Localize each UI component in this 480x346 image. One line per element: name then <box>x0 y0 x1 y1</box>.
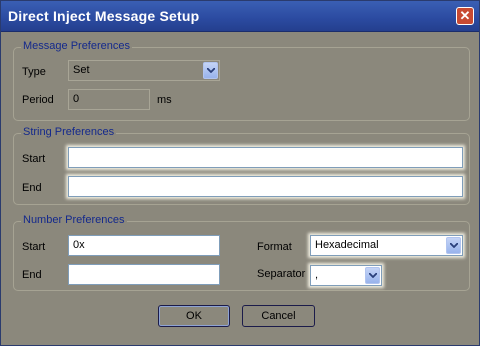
dialog-window: Direct Inject Message Setup ✕ Message Pr… <box>0 0 480 346</box>
string-preferences-group: String Preferences Start End <box>13 126 470 205</box>
close-button[interactable]: ✕ <box>456 7 474 25</box>
close-icon: ✕ <box>459 8 471 23</box>
chevron-down-icon[interactable] <box>365 267 380 284</box>
window-title: Direct Inject Message Setup <box>8 8 200 24</box>
period-unit-label: ms <box>157 94 172 106</box>
message-preferences-group: Message Preferences Type Set Period 0 ms <box>13 40 470 121</box>
period-label: Period <box>22 94 54 106</box>
cancel-button[interactable]: Cancel <box>242 305 315 327</box>
chevron-down-icon[interactable] <box>203 62 218 79</box>
string-start-input[interactable] <box>68 147 463 168</box>
ok-button[interactable]: OK <box>158 305 230 327</box>
separator-select[interactable]: , <box>310 265 382 286</box>
number-start-input[interactable]: 0x <box>68 235 220 256</box>
number-end-input[interactable] <box>68 264 220 285</box>
type-value: Set <box>73 64 90 76</box>
string-end-label: End <box>22 182 42 194</box>
separator-value: , <box>315 269 319 281</box>
number-preferences-legend: Number Preferences <box>21 214 127 226</box>
string-start-label: Start <box>22 153 46 165</box>
title-bar[interactable]: Direct Inject Message Setup ✕ <box>1 1 479 32</box>
format-value: Hexadecimal <box>315 239 379 251</box>
number-end-label: End <box>22 269 42 281</box>
type-label: Type <box>22 66 46 78</box>
separator-label: Separator <box>257 268 306 280</box>
string-end-input[interactable] <box>68 176 463 197</box>
type-select[interactable]: Set <box>68 60 220 81</box>
period-input[interactable]: 0 <box>68 89 150 110</box>
string-preferences-legend: String Preferences <box>21 126 117 138</box>
format-label: Format <box>257 241 292 253</box>
number-start-label: Start <box>22 241 46 253</box>
format-select[interactable]: Hexadecimal <box>310 235 463 256</box>
message-preferences-legend: Message Preferences <box>21 40 132 52</box>
number-preferences-group: Number Preferences Start 0x End Format H… <box>13 214 470 291</box>
chevron-down-icon[interactable] <box>446 237 461 254</box>
